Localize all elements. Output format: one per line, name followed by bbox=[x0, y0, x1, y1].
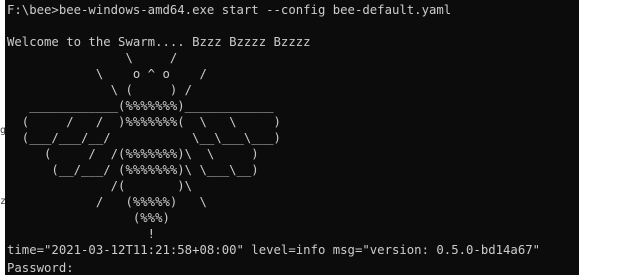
ascii-bee-art-line: (__/___/ (%%%%%%%)\ \___\__) bbox=[7, 163, 259, 177]
ascii-bee-art-line: ( / / )%%%%%%%( \ \ ) bbox=[7, 115, 281, 129]
console-window[interactable]: F:\bee>bee-windows-amd64.exe start --con… bbox=[5, 0, 579, 275]
ascii-bee-art-line: \ ( ) / bbox=[7, 83, 193, 97]
ascii-bee-art-line: /( )\ bbox=[7, 179, 193, 193]
ascii-bee-art-line: \ o ^ o / bbox=[7, 67, 207, 81]
welcome-message: Welcome to the Swarm.... Bzzz Bzzzz Bzzz… bbox=[7, 35, 311, 49]
ascii-bee-art-line: / (%%%%%) \ bbox=[7, 195, 207, 209]
password-input[interactable] bbox=[81, 258, 89, 272]
ascii-bee-art-line: ! bbox=[7, 227, 156, 241]
console-output: F:\bee>bee-windows-amd64.exe start --con… bbox=[7, 2, 541, 275]
command-line: F:\bee>bee-windows-amd64.exe start --con… bbox=[7, 3, 452, 17]
console-scrollbar-area[interactable] bbox=[579, 0, 627, 280]
ascii-bee-art-line: ( / /(%%%%%%%)\ \ ) bbox=[7, 147, 259, 161]
password-prompt-line: Password: bbox=[7, 258, 540, 275]
console-bottom-edge bbox=[5, 275, 579, 280]
ascii-bee-art-line: ____________(%%%%%%%)____________ bbox=[7, 99, 274, 113]
screenshot-frame: g z F:\bee>bee-windows-amd64.exe start -… bbox=[0, 0, 627, 280]
log-line: time="2021-03-12T11:21:58+08:00" level=i… bbox=[7, 243, 541, 257]
password-prompt: Password: bbox=[7, 261, 82, 275]
ascii-bee-art-line: (%%%) bbox=[7, 211, 170, 225]
ascii-bee-art-line: (___/___/__/ \__\___\___) bbox=[7, 131, 281, 145]
ascii-bee-art-line: \ / bbox=[7, 51, 178, 65]
